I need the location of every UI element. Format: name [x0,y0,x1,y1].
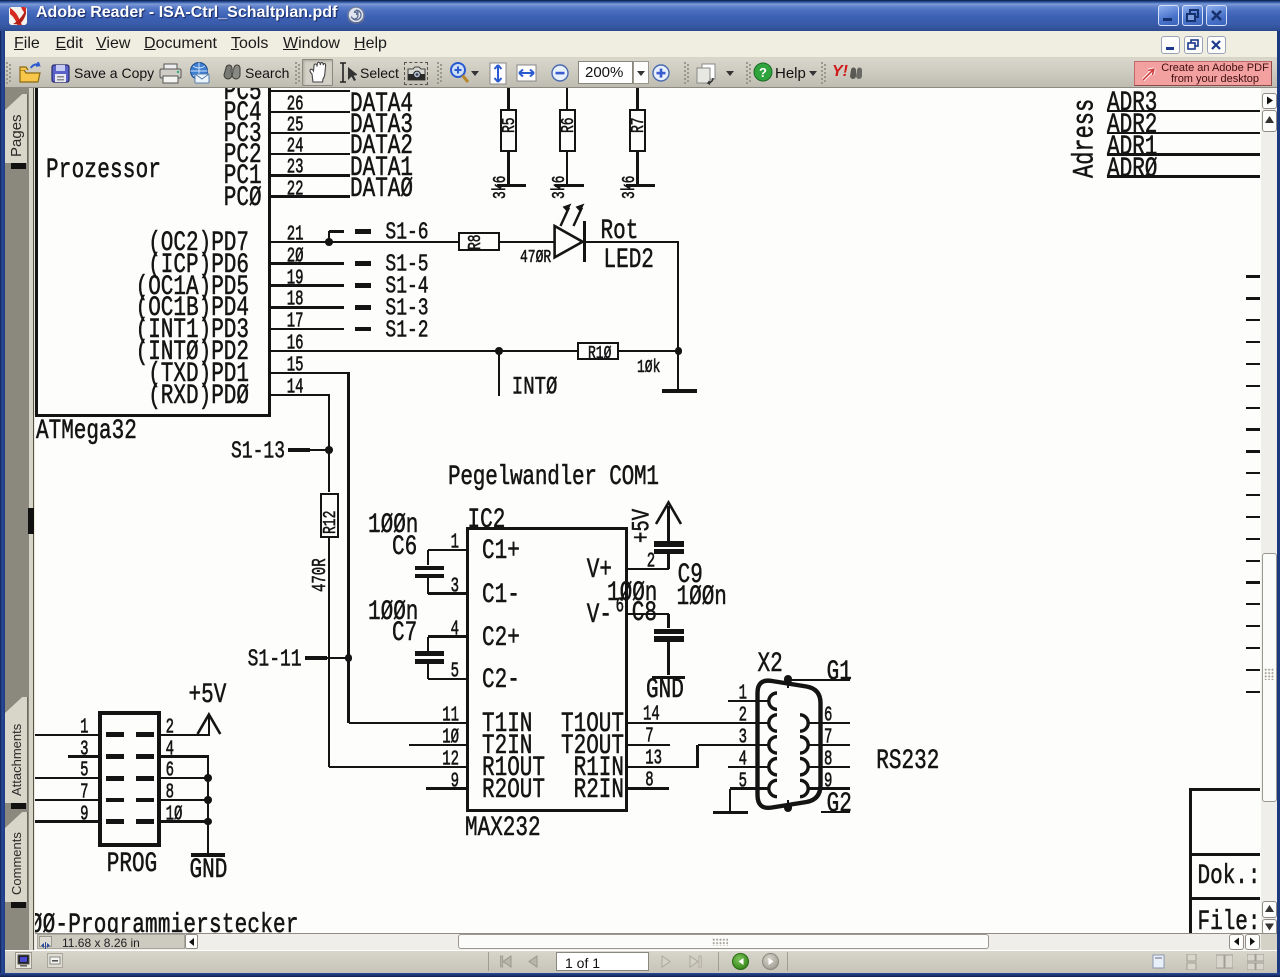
svg-text:?: ? [759,65,767,80]
